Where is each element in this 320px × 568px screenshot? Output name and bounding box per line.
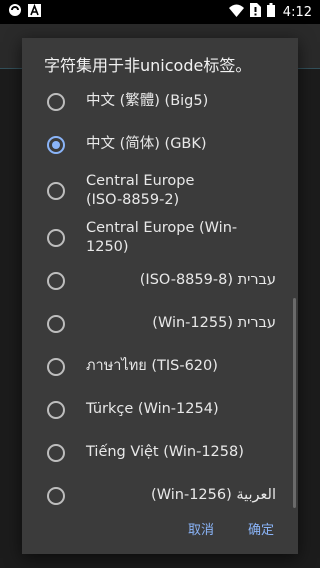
charset-option-win-1258[interactable]: Tiếng Việt (Win-1258) — [22, 431, 298, 474]
charset-option-win-1256[interactable]: العربية (Win-1256) — [22, 474, 298, 517]
option-label: עברית (ISO-8859-8) — [139, 272, 276, 288]
battery-icon — [266, 3, 275, 21]
option-label: Türkçe (Win-1254) — [86, 401, 219, 417]
dialog-title: 字符集用于非unicode标签。 — [44, 56, 252, 75]
charset-option-big5[interactable]: 中文 (繁體) (Big5) — [22, 80, 298, 123]
radio-button[interactable] — [47, 182, 65, 200]
charset-options-list: 中文 (繁體) (Big5) 中文 (简体) (GBK) Central Eur… — [22, 80, 298, 517]
radio-button[interactable] — [47, 357, 65, 376]
wifi-icon — [228, 4, 244, 21]
clock: 4:12 — [282, 4, 312, 20]
charset-option-gbk[interactable]: 中文 (简体) (GBK) — [22, 123, 298, 166]
option-label: العربية (Win-1256) — [151, 487, 276, 503]
radio-button[interactable] — [47, 228, 65, 247]
radio-button[interactable] — [47, 92, 65, 111]
charset-option-win-1255[interactable]: עברית (Win-1255) — [22, 302, 298, 345]
radio-button[interactable] — [47, 400, 65, 419]
radio-button[interactable] — [47, 486, 65, 505]
option-label: ภาษาไทย (TIS-620) — [86, 358, 218, 374]
charset-dialog: 字符集用于非unicode标签。 中文 (繁體) (Big5) 中文 (简体) … — [22, 38, 298, 554]
radio-button[interactable] — [47, 271, 65, 290]
option-label: Central Europe (Win-1250) — [86, 219, 238, 255]
app-notification-icon — [8, 3, 22, 21]
radio-button[interactable] — [47, 314, 65, 333]
option-label: 中文 (繁體) (Big5) — [86, 93, 209, 109]
ok-button[interactable]: 确定 — [248, 519, 274, 538]
charset-option-iso-8859-2[interactable]: Central Europe (ISO-8859-2) — [22, 166, 298, 216]
charset-option-iso-8859-8[interactable]: עברית (ISO-8859-8) — [22, 259, 298, 302]
no-sim-icon — [249, 3, 261, 21]
radio-button[interactable] — [47, 443, 65, 462]
letter-a-icon — [28, 3, 41, 21]
status-bar: 4:12 — [0, 0, 320, 24]
radio-button-checked[interactable] — [47, 135, 65, 154]
charset-option-win-1250[interactable]: Central Europe (Win-1250) — [22, 216, 298, 259]
cancel-button[interactable]: 取消 — [188, 519, 214, 538]
option-label: Central Europe (ISO-8859-2) — [86, 173, 195, 208]
charset-option-win-1254[interactable]: Türkçe (Win-1254) — [22, 388, 298, 431]
charset-option-tis-620[interactable]: ภาษาไทย (TIS-620) — [22, 345, 298, 388]
dialog-actions: 取消 确定 — [188, 519, 274, 538]
option-label: Tiếng Việt (Win-1258) — [86, 444, 244, 460]
option-label: עברית (Win-1255) — [152, 315, 276, 331]
scrollbar-thumb[interactable] — [293, 298, 296, 508]
option-label: 中文 (简体) (GBK) — [86, 136, 207, 152]
